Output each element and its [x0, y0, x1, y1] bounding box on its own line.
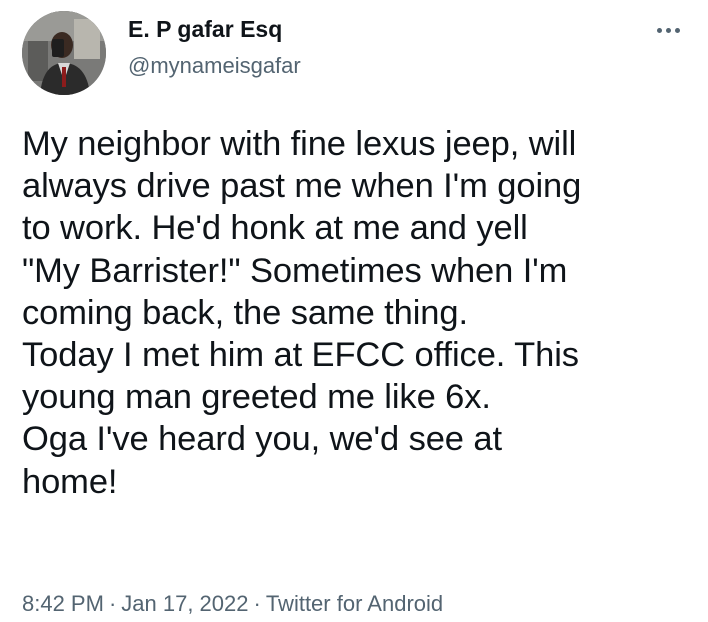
tweet-text-line: coming back, the same thing. [22, 293, 468, 332]
tweet-text-line: My neighbor with fine lexus jeep, will [22, 125, 577, 163]
tweet-meta: 8:42 PM · Jan 17, 2022 · Twitter for Android [22, 590, 443, 618]
author-block: E. P gafar Esq @mynameisgafar [128, 14, 301, 80]
author-handle[interactable]: @mynameisgafar [128, 52, 301, 80]
avatar[interactable] [22, 11, 106, 95]
more-options-button[interactable] [648, 18, 688, 42]
tweet-text-line: to work. He'd honk at me and yell [22, 209, 528, 248]
more-horizontal-icon [656, 27, 680, 33]
meta-separator: · [108, 591, 117, 616]
author-display-name[interactable]: E. P gafar Esq [128, 14, 301, 44]
tweet-text-line: "My Barrister!" Sometimes when I'm [22, 251, 568, 290]
tweet-time[interactable]: 8:42 PM [22, 591, 104, 616]
tweet-text-line: Oga I've heard you, we'd see at [22, 420, 502, 459]
tweet-text-line: young man greeted me like 6x. [22, 378, 491, 417]
tweet-text-line: home! [22, 462, 118, 501]
meta-separator: · [253, 591, 261, 616]
tweet-date[interactable]: Jan 17, 2022 [121, 591, 248, 616]
tweet-card: E. P gafar Esq @mynameisgafar My neighbo… [0, 0, 708, 622]
tweet-text-line: always drive past me when I'm going [22, 167, 582, 206]
tweet-text-line: Today I met him at EFCC office. This [22, 336, 579, 375]
tweet-text: My neighbor with fine lexus jeep, will a… [22, 123, 702, 503]
tweet-source-link[interactable]: Twitter for Android [266, 591, 443, 616]
profile-photo-icon [22, 11, 106, 95]
